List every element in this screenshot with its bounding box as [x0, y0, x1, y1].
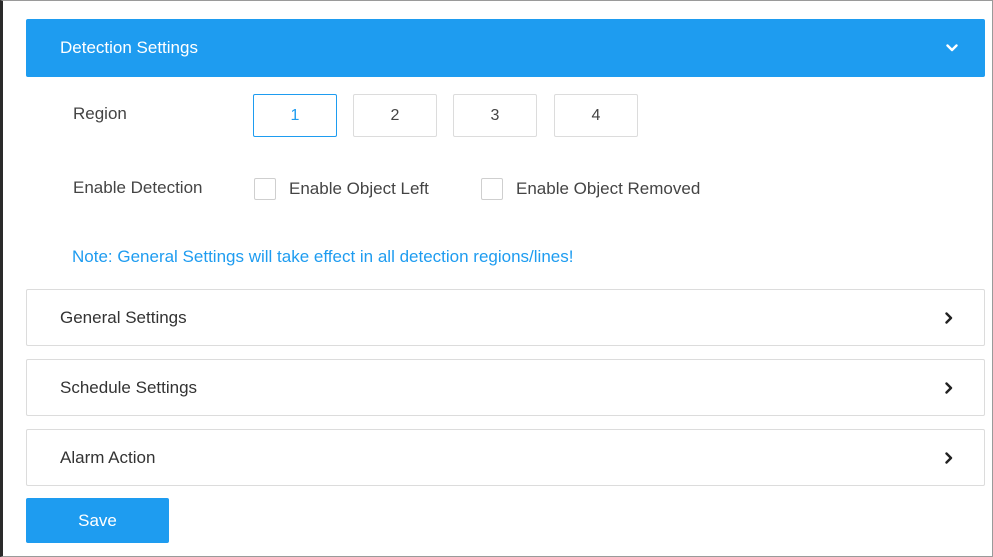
detection-settings-title: Detection Settings: [60, 38, 198, 57]
enable-detection-label: Enable Detection: [73, 178, 203, 197]
region-button-3[interactable]: 3: [453, 94, 537, 137]
enable-object-left-label[interactable]: Enable Object Left: [289, 179, 429, 199]
enable-object-removed-label[interactable]: Enable Object Removed: [516, 179, 700, 199]
alarm-action-title: Alarm Action: [60, 447, 156, 467]
region-button-2[interactable]: 2: [353, 94, 437, 137]
schedule-settings-section[interactable]: Schedule Settings: [26, 359, 985, 416]
general-settings-section[interactable]: General Settings: [26, 289, 985, 346]
save-button[interactable]: Save: [26, 498, 169, 543]
enable-object-left-checkbox[interactable]: [254, 178, 276, 200]
chevron-right-icon: [944, 311, 954, 325]
chevron-right-icon: [944, 451, 954, 465]
chevron-right-icon: [944, 381, 954, 395]
region-button-4[interactable]: 4: [554, 94, 638, 137]
enable-object-removed-checkbox[interactable]: [481, 178, 503, 200]
alarm-action-section[interactable]: Alarm Action: [26, 429, 985, 486]
schedule-settings-title: Schedule Settings: [60, 377, 198, 397]
region-button-1[interactable]: 1: [253, 94, 337, 137]
detection-settings-header[interactable]: Detection Settings: [26, 19, 985, 77]
general-settings-note: Note: General Settings will take effect …: [72, 247, 574, 266]
general-settings-title: General Settings: [60, 307, 187, 327]
region-label: Region: [73, 104, 127, 123]
chevron-down-icon: [945, 41, 959, 55]
